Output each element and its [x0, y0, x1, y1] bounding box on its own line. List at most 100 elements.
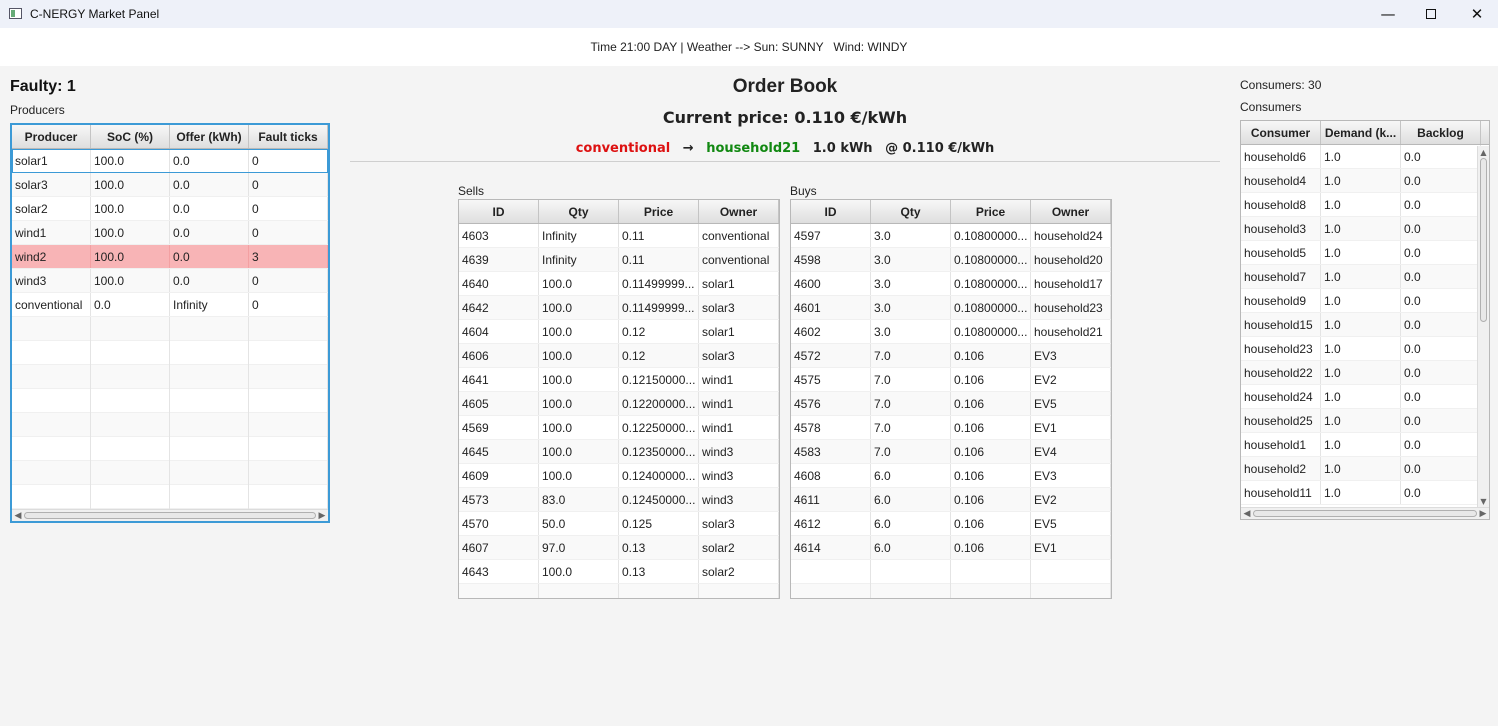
table-row[interactable]: household8 1.0 0.0 — [1241, 193, 1489, 217]
table-row[interactable]: 4573 83.0 0.12450000... wind3 — [459, 488, 779, 512]
horizontal-scrollbar[interactable]: ◀ ▶ — [12, 509, 328, 521]
table-row[interactable]: 4608 6.0 0.106 EV3 — [791, 464, 1111, 488]
table-row[interactable]: household2 1.0 0.0 — [1241, 457, 1489, 481]
buys-table[interactable]: ID Qty Price Owner 4597 3.0 0.10800000... house… — [790, 199, 1112, 599]
table-row[interactable]: 4602 3.0 0.10800000... household21 — [791, 320, 1111, 344]
table-cell: 3.0 — [871, 272, 951, 295]
scroll-right-icon[interactable]: ▶ — [316, 510, 328, 521]
column-header[interactable]: Qty — [539, 200, 619, 223]
table-row[interactable]: 4609 100.0 0.12400000... wind3 — [459, 464, 779, 488]
table-row[interactable]: household5 1.0 0.0 — [1241, 241, 1489, 265]
sells-table[interactable]: ID Qty Price Owner 4603 Infinity 0.11 conventio… — [458, 199, 780, 599]
scroll-thumb[interactable] — [1253, 510, 1477, 517]
table-row[interactable]: household23 1.0 0.0 — [1241, 337, 1489, 361]
empty-cell — [249, 341, 328, 365]
table-row[interactable]: 4572 7.0 0.106 EV3 — [791, 344, 1111, 368]
table-row[interactable]: household1 1.0 0.0 — [1241, 433, 1489, 457]
table-row[interactable]: 4598 3.0 0.10800000... household20 — [791, 248, 1111, 272]
table-cell: 6.0 — [871, 488, 951, 511]
table-cell: wind1 — [699, 416, 779, 439]
status-text: Time 21:00 DAY | Weather --> Sun: SUNNY … — [590, 40, 908, 54]
table-row[interactable]: 4569 100.0 0.12250000... wind1 — [459, 416, 779, 440]
scroll-thumb[interactable] — [1480, 158, 1487, 322]
table-row[interactable]: solar1 100.0 0.0 0 — [12, 149, 328, 173]
close-button[interactable]: ✕ — [1454, 0, 1498, 28]
scroll-left-icon[interactable]: ◀ — [12, 510, 24, 521]
column-header[interactable]: Price — [951, 200, 1031, 223]
table-cell: household6 — [1241, 145, 1321, 168]
table-row[interactable]: 4611 6.0 0.106 EV2 — [791, 488, 1111, 512]
table-cell: solar2 — [699, 560, 779, 583]
table-row[interactable]: wind2 100.0 0.0 3 — [12, 245, 328, 269]
table-row[interactable]: 4614 6.0 0.106 EV1 — [791, 536, 1111, 560]
table-row[interactable]: household7 1.0 0.0 — [1241, 265, 1489, 289]
column-header[interactable]: SoC (%) — [91, 125, 170, 148]
table-row[interactable]: 4597 3.0 0.10800000... household24 — [791, 224, 1111, 248]
table-row[interactable]: wind3 100.0 0.0 0 — [12, 269, 328, 293]
empty-cell — [12, 437, 91, 461]
column-header[interactable]: Offer (kWh) — [170, 125, 249, 148]
table-row[interactable]: 4640 100.0 0.11499999... solar1 — [459, 272, 779, 296]
table-row[interactable]: 4570 50.0 0.125 solar3 — [459, 512, 779, 536]
table-row[interactable]: household24 1.0 0.0 — [1241, 385, 1489, 409]
column-header[interactable]: Owner — [1031, 200, 1111, 223]
table-header: ID Qty Price Owner — [459, 200, 779, 224]
table-row[interactable]: 4605 100.0 0.12200000... wind1 — [459, 392, 779, 416]
table-row[interactable]: conventional 0.0 Infinity 0 — [12, 293, 328, 317]
table-row[interactable]: 4578 7.0 0.106 EV1 — [791, 416, 1111, 440]
table-row[interactable]: 4642 100.0 0.11499999... solar3 — [459, 296, 779, 320]
table-row[interactable]: household9 1.0 0.0 — [1241, 289, 1489, 313]
table-row[interactable]: household15 1.0 0.0 — [1241, 313, 1489, 337]
horizontal-scrollbar[interactable]: ◀ ▶ — [1241, 507, 1489, 519]
table-cell: 0 — [249, 269, 328, 292]
scroll-left-icon[interactable]: ◀ — [1241, 508, 1253, 519]
table-row[interactable]: 4604 100.0 0.12 solar1 — [459, 320, 779, 344]
scroll-thumb[interactable] — [24, 512, 316, 519]
table-row[interactable]: 4607 97.0 0.13 solar2 — [459, 536, 779, 560]
table-row[interactable]: wind1 100.0 0.0 0 — [12, 221, 328, 245]
column-header[interactable]: Owner — [699, 200, 779, 223]
maximize-button[interactable] — [1408, 0, 1454, 28]
table-row[interactable]: household25 1.0 0.0 — [1241, 409, 1489, 433]
table-row[interactable]: 4583 7.0 0.106 EV4 — [791, 440, 1111, 464]
scroll-right-icon[interactable]: ▶ — [1477, 508, 1489, 519]
consumers-table[interactable]: Consumer Demand (k... Backlog household6 1.0… — [1240, 120, 1490, 520]
table-cell: household8 — [1241, 193, 1321, 216]
column-header[interactable]: ID — [459, 200, 539, 223]
scroll-up-icon[interactable]: ▲ — [1478, 146, 1489, 158]
column-header[interactable]: Demand (k... — [1321, 121, 1401, 144]
column-header[interactable]: Consumer — [1241, 121, 1321, 144]
table-row[interactable]: 4641 100.0 0.12150000... wind1 — [459, 368, 779, 392]
column-header[interactable]: Price — [619, 200, 699, 223]
vertical-scrollbar[interactable]: ▲ ▼ — [1477, 146, 1489, 507]
scroll-down-icon[interactable]: ▼ — [1478, 495, 1489, 507]
table-row[interactable]: 4600 3.0 0.10800000... household17 — [791, 272, 1111, 296]
table-cell: 0.0 — [1401, 193, 1481, 216]
table-row[interactable]: solar2 100.0 0.0 0 — [12, 197, 328, 221]
table-row[interactable]: household6 1.0 0.0 — [1241, 145, 1489, 169]
table-row[interactable]: 4576 7.0 0.106 EV5 — [791, 392, 1111, 416]
column-header[interactable]: Qty — [871, 200, 951, 223]
table-row[interactable]: 4612 6.0 0.106 EV5 — [791, 512, 1111, 536]
table-row[interactable]: household4 1.0 0.0 — [1241, 169, 1489, 193]
table-cell: 0.12350000... — [619, 440, 699, 463]
table-row[interactable]: 4645 100.0 0.12350000... wind3 — [459, 440, 779, 464]
table-row[interactable]: household22 1.0 0.0 — [1241, 361, 1489, 385]
producers-table[interactable]: Producer SoC (%) Offer (kWh) Fault ticks sol… — [10, 123, 330, 523]
table-cell: 4603 — [459, 224, 539, 247]
table-row[interactable]: 4575 7.0 0.106 EV2 — [791, 368, 1111, 392]
column-header[interactable]: ID — [791, 200, 871, 223]
minimize-button[interactable]: — — [1365, 0, 1411, 28]
column-header[interactable]: Fault ticks — [249, 125, 328, 148]
column-header[interactable]: Producer — [12, 125, 91, 148]
table-row[interactable]: household3 1.0 0.0 — [1241, 217, 1489, 241]
table-row[interactable]: 4606 100.0 0.12 solar3 — [459, 344, 779, 368]
column-header[interactable]: Backlog — [1401, 121, 1481, 144]
table-row[interactable]: solar3 100.0 0.0 0 — [12, 173, 328, 197]
table-row[interactable]: 4601 3.0 0.10800000... household23 — [791, 296, 1111, 320]
table-cell: household21 — [1031, 320, 1111, 343]
table-row[interactable]: 4639 Infinity 0.11 conventional — [459, 248, 779, 272]
table-row[interactable]: 4603 Infinity 0.11 conventional — [459, 224, 779, 248]
table-row[interactable]: household11 1.0 0.0 — [1241, 481, 1489, 505]
table-row[interactable]: 4643 100.0 0.13 solar2 — [459, 560, 779, 584]
